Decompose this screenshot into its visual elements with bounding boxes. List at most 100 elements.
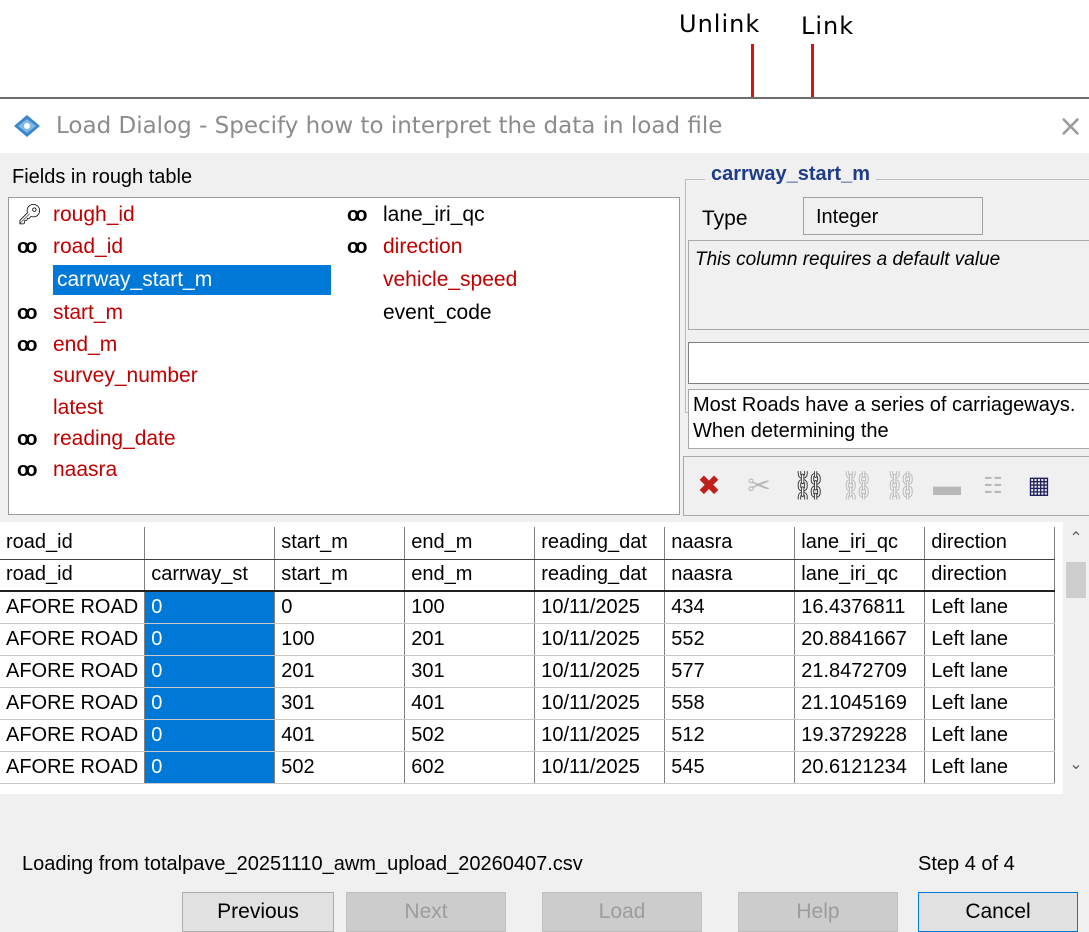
field-vehicle-speed[interactable]: vehicle_speed xyxy=(383,265,517,295)
previous-button[interactable]: Previous xyxy=(182,892,334,932)
table-cell: 10/11/2025 xyxy=(534,591,666,624)
table-cell: AFORE ROAD xyxy=(0,655,146,688)
header-cell[interactable]: direction xyxy=(924,559,1056,592)
fields-list[interactable]: 🔑︎ rough_id oo road_id carrway_start_m oo s… xyxy=(8,197,680,515)
header-cell[interactable]: naasra xyxy=(664,559,796,592)
field-end-m[interactable]: oo end_m xyxy=(17,330,117,360)
cancel-button[interactable]: Cancel xyxy=(918,892,1078,932)
reset-icon[interactable]: ✖ xyxy=(690,467,728,505)
header-row-source: road_id start_m end_m reading_dat naasra… xyxy=(0,527,1056,560)
toolbar: ✖ ✂ ⛓ ⛓ ⛓ ▬ ☷ ▦ xyxy=(683,456,1089,516)
table-cell: 10/11/2025 xyxy=(534,719,666,752)
link-icon[interactable]: ⛓ xyxy=(790,467,828,505)
eraser-icon[interactable]: ▬ xyxy=(928,467,966,505)
table-cell: 512 xyxy=(664,719,796,752)
header-row-target: road_id carrway_st start_m end_m reading… xyxy=(0,559,1056,592)
table-cell: 16.4376811 xyxy=(794,591,926,624)
table-cell: AFORE ROAD xyxy=(0,591,146,624)
table-cell: 301 xyxy=(404,655,536,688)
scroll-down-icon[interactable]: ⌄ xyxy=(1063,754,1089,774)
preview-grid[interactable]: road_id start_m end_m reading_dat naasra… xyxy=(0,522,1089,794)
link-icon: oo xyxy=(17,236,37,258)
field-start-m[interactable]: oo start_m xyxy=(17,298,123,328)
table-cell: 100 xyxy=(274,623,406,656)
link-all-icon[interactable]: ⛓ xyxy=(838,467,876,505)
field-label: naasra xyxy=(53,458,118,481)
header-cell[interactable]: direction xyxy=(924,527,1056,560)
table-cell: 10/11/2025 xyxy=(534,655,666,688)
table-row[interactable]: AFORE ROAD 0 0 100 10/11/2025 434 16.4376811 Le… xyxy=(0,591,1056,624)
field-rough-id[interactable]: 🔑︎ rough_id xyxy=(17,200,135,230)
grid-icon[interactable]: ▦ xyxy=(1020,467,1058,505)
table-cell: Left lane xyxy=(924,591,1056,624)
preview-table: road_id start_m end_m reading_dat naasra… xyxy=(0,527,1056,784)
field-carrway-start-m[interactable]: carrway_start_m xyxy=(53,265,331,295)
table-cell: 0 xyxy=(144,719,276,752)
table-cell: 401 xyxy=(404,687,536,720)
link-icon: oo xyxy=(17,302,37,324)
table-row[interactable]: AFORE ROAD 0 301 401 10/11/2025 558 21.1045169… xyxy=(0,687,1056,720)
step-indicator: Step 4 of 4 xyxy=(918,853,1015,875)
header-cell[interactable]: end_m xyxy=(404,527,536,560)
grid-small-icon[interactable]: ☷ xyxy=(974,467,1012,505)
field-road-id[interactable]: oo road_id xyxy=(17,232,123,262)
header-cell[interactable]: lane_iri_qc xyxy=(794,559,926,592)
field-direction[interactable]: oo direction xyxy=(347,232,462,262)
default-value-note: This column requires a default value xyxy=(688,240,1089,330)
scroll-thumb[interactable] xyxy=(1066,562,1086,598)
header-cell[interactable] xyxy=(144,527,276,560)
table-cell: 10/11/2025 xyxy=(534,751,666,784)
field-naasra[interactable]: oo naasra xyxy=(17,455,117,485)
table-cell: 10/11/2025 xyxy=(534,623,666,656)
title-bar: Load Dialog - Specify how to interpret t… xyxy=(0,99,1089,153)
header-cell[interactable]: reading_dat xyxy=(534,527,666,560)
app-icon xyxy=(14,115,40,137)
load-button[interactable]: Load xyxy=(542,892,702,932)
field-reading-date[interactable]: oo reading_date xyxy=(17,424,176,454)
field-details-title: carrway_start_m xyxy=(705,163,876,186)
next-button[interactable]: Next xyxy=(346,892,506,932)
window-title: Load Dialog - Specify how to interpret t… xyxy=(56,113,723,139)
vertical-scrollbar[interactable]: ⌃ ⌄ xyxy=(1063,522,1089,794)
help-button[interactable]: Help xyxy=(738,892,898,932)
header-cell[interactable]: carrway_st xyxy=(144,559,276,592)
field-label: event_code xyxy=(383,301,492,324)
field-label: direction xyxy=(383,235,463,258)
field-label: vehicle_speed xyxy=(383,268,518,291)
field-lane-iri-qc[interactable]: oo lane_iri_qc xyxy=(347,200,485,230)
table-cell: AFORE ROAD xyxy=(0,687,146,720)
field-label: survey_number xyxy=(53,364,198,387)
field-label: latest xyxy=(53,396,104,419)
loading-file-text: Loading from totalpave_20251110_awm_uplo… xyxy=(22,853,583,875)
table-cell: 577 xyxy=(664,655,796,688)
field-latest[interactable]: latest xyxy=(53,393,103,423)
scroll-up-icon[interactable]: ⌃ xyxy=(1063,528,1089,548)
table-cell: 10/11/2025 xyxy=(534,687,666,720)
unlink-icon[interactable]: ✂ xyxy=(740,467,778,505)
field-survey-number[interactable]: survey_number xyxy=(53,361,198,391)
close-icon[interactable]: × xyxy=(1058,109,1083,144)
table-row[interactable]: AFORE ROAD 0 502 602 10/11/2025 545 20.6121234… xyxy=(0,751,1056,784)
table-row[interactable]: AFORE ROAD 0 401 502 10/11/2025 512 19.3729228… xyxy=(0,719,1056,752)
header-cell[interactable]: naasra xyxy=(664,527,796,560)
table-cell: Left lane xyxy=(924,687,1056,720)
header-cell[interactable]: reading_dat xyxy=(534,559,666,592)
table-cell: 0 xyxy=(144,751,276,784)
table-cell: 502 xyxy=(274,751,406,784)
field-label: carrway_start_m xyxy=(53,265,331,295)
table-cell: 0 xyxy=(144,687,276,720)
header-cell[interactable]: road_id xyxy=(0,559,146,592)
unlink-all-icon[interactable]: ⛓ xyxy=(882,467,920,505)
header-cell[interactable]: start_m xyxy=(274,527,406,560)
table-cell: 20.6121234 xyxy=(794,751,926,784)
field-event-code[interactable]: event_code xyxy=(383,298,492,328)
header-cell[interactable]: lane_iri_qc xyxy=(794,527,926,560)
header-cell[interactable]: start_m xyxy=(274,559,406,592)
table-cell: Left lane xyxy=(924,751,1056,784)
header-cell[interactable]: end_m xyxy=(404,559,536,592)
header-cell[interactable]: road_id xyxy=(0,527,146,560)
table-row[interactable]: AFORE ROAD 0 201 301 10/11/2025 577 21.8472709… xyxy=(0,655,1056,688)
link-icon: oo xyxy=(17,459,37,481)
default-value-input[interactable] xyxy=(688,342,1089,384)
table-row[interactable]: AFORE ROAD 0 100 201 10/11/2025 552 20.8841667… xyxy=(0,623,1056,656)
